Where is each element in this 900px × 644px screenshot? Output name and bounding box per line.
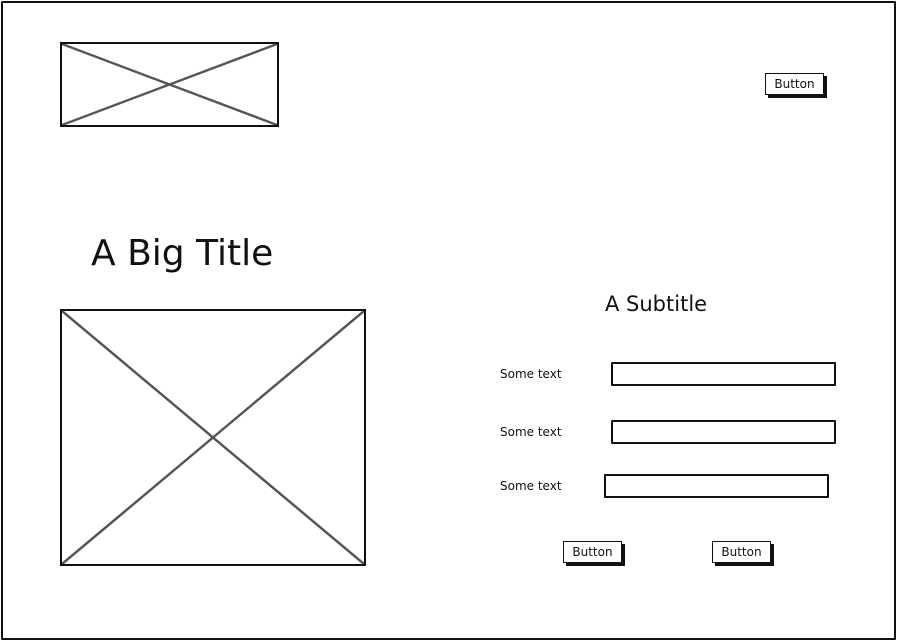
main-image-placeholder bbox=[60, 309, 366, 566]
logo-image-placeholder bbox=[60, 42, 279, 127]
form-field-label: Some text bbox=[500, 425, 562, 439]
header-button[interactable]: Button bbox=[765, 73, 824, 95]
image-placeholder-icon bbox=[62, 311, 364, 564]
form-subtitle: A Subtitle bbox=[605, 292, 708, 316]
form-button-primary[interactable]: Button bbox=[563, 541, 622, 563]
form-button-secondary[interactable]: Button bbox=[712, 541, 771, 563]
form-field-label: Some text bbox=[500, 479, 562, 493]
form-text-input[interactable] bbox=[611, 362, 836, 386]
form-field-label: Some text bbox=[500, 367, 562, 381]
form-text-input[interactable] bbox=[604, 474, 829, 498]
page-title: A Big Title bbox=[91, 233, 274, 274]
form-text-input[interactable] bbox=[611, 420, 836, 444]
image-placeholder-icon bbox=[62, 44, 277, 125]
